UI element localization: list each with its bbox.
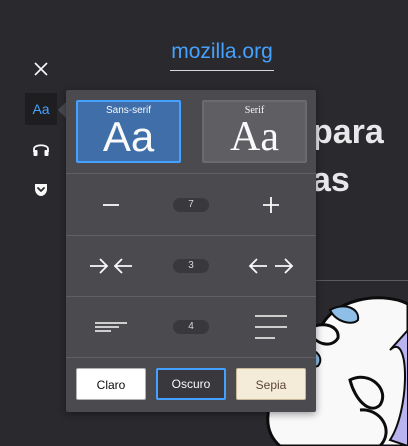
font-sans-serif-button[interactable]: Sans-serif Aa: [76, 100, 181, 163]
theme-sepia-button[interactable]: Sepia: [236, 368, 306, 400]
type-controls-button[interactable]: Aa: [25, 93, 57, 125]
content-width-row: 3: [66, 236, 316, 297]
increase-content-width-button[interactable]: [226, 236, 316, 296]
site-link[interactable]: mozilla.org: [170, 40, 274, 64]
minus-icon: [103, 204, 119, 206]
plus-icon: [263, 197, 279, 213]
line-height-row: 4: [66, 297, 316, 358]
narrower-icon: [90, 258, 132, 274]
font-choice-row: Sans-serif Aa Serif Aa: [66, 90, 316, 174]
color-scheme-row: Claro Oscuro Sepia: [66, 357, 316, 412]
wider-icon: [248, 258, 294, 274]
theme-dark-button[interactable]: Oscuro: [156, 368, 226, 400]
decrease-content-width-button[interactable]: [66, 236, 156, 296]
theme-light-button[interactable]: Claro: [76, 368, 146, 400]
type-controls-popup: Sans-serif Aa Serif Aa 7 3 4 Claro Oscur…: [66, 90, 316, 412]
close-reader-button[interactable]: [25, 53, 57, 85]
site-divider: [170, 70, 274, 71]
increase-font-size-button[interactable]: [226, 175, 316, 235]
font-serif-button[interactable]: Serif Aa: [202, 100, 307, 163]
tight-lines-icon: [95, 322, 127, 332]
font-sample: Aa: [102, 113, 155, 160]
line-height-value: 4: [173, 320, 209, 334]
increase-line-height-button[interactable]: [226, 297, 316, 357]
article-heading-partial: para as: [312, 113, 384, 199]
font-sample: Aa: [230, 114, 279, 160]
font-size-value: 7: [173, 198, 209, 212]
pocket-icon: [35, 184, 47, 196]
save-to-pocket-button[interactable]: [25, 173, 57, 205]
content-width-value: 3: [173, 259, 209, 273]
popup-arrow: [58, 102, 66, 118]
article-divider: [316, 280, 408, 281]
font-size-row: 7: [66, 175, 316, 236]
loose-lines-icon: [255, 315, 287, 339]
decrease-line-height-button[interactable]: [66, 297, 156, 357]
decrease-font-size-button[interactable]: [66, 175, 156, 235]
close-icon: [34, 62, 48, 76]
narrate-button[interactable]: [25, 133, 57, 165]
type-controls-icon: Aa: [32, 101, 50, 117]
headphones-icon: [33, 144, 49, 156]
